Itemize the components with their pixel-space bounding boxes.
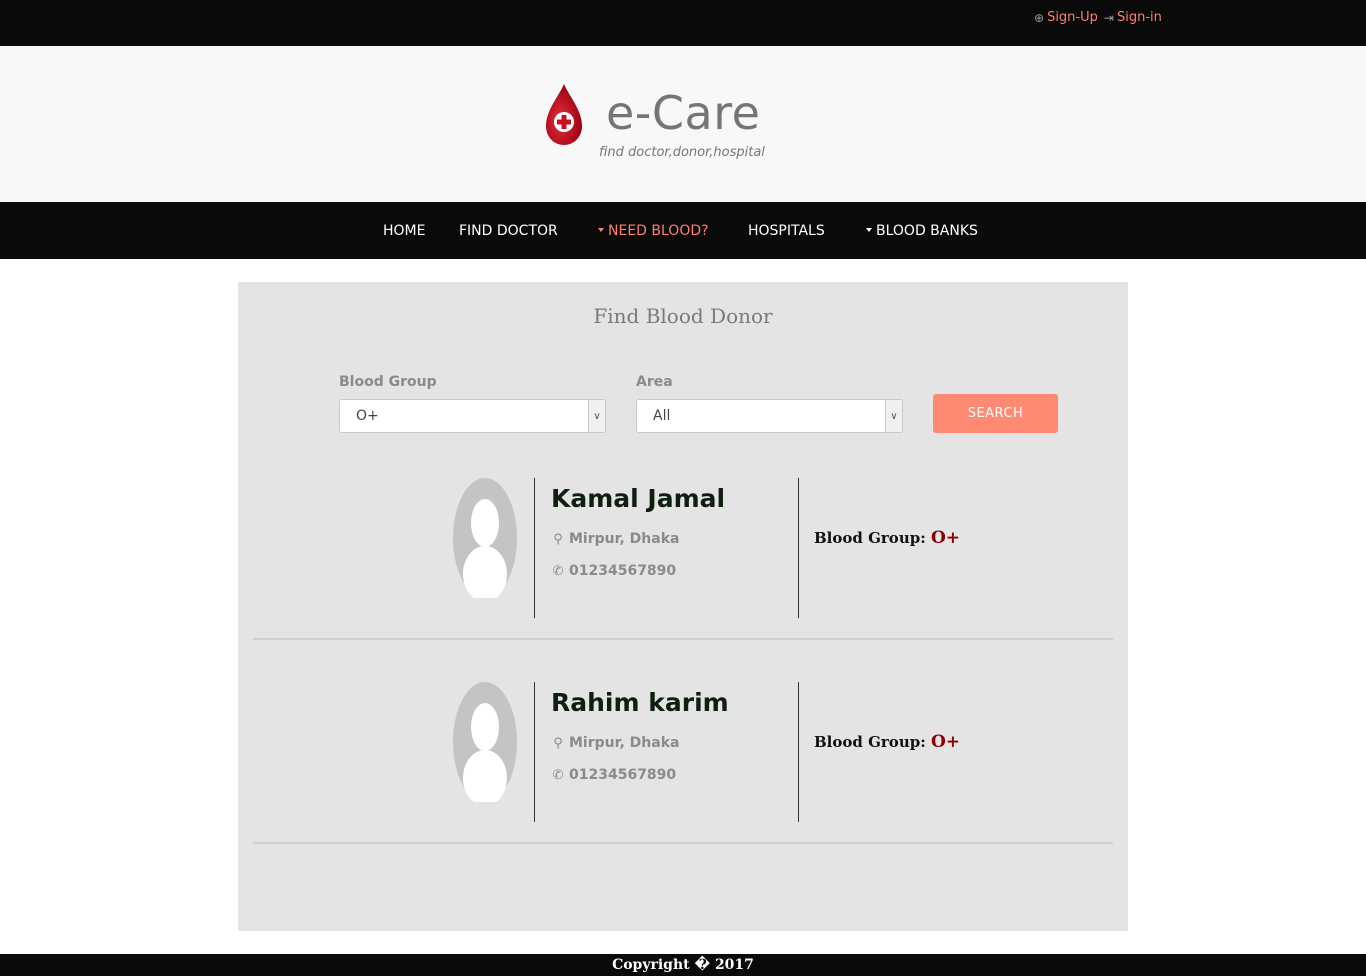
donor-location-text: Mirpur, Dhaka [569,531,680,547]
avatar-placeholder-icon [453,682,517,802]
avatar-placeholder-icon [453,478,517,598]
divider [798,682,799,822]
nav-home[interactable]: HOME [383,223,425,239]
nav-find-doctor-label: FIND DOCTOR [459,223,558,239]
top-bar: ⊕ Sign-Up ⇥ Sign-in [0,0,1366,46]
separator [253,638,1113,640]
donor-blood-group: Blood Group: O+ [814,528,960,548]
donor-phone: ✆ 01234567890 [551,563,677,579]
area-value: All [653,408,671,424]
nav-blood-banks[interactable]: BLOOD BANKS [866,223,978,239]
caret-down-icon [866,228,872,232]
nav-need-blood[interactable]: NEED BLOOD? [598,223,709,239]
plus-circle-icon: ⊕ [1034,10,1045,25]
donor-name: Kamal Jamal [551,484,726,513]
brand-name[interactable]: e-Care [606,86,760,140]
nav-hospitals-label: HOSPITALS [748,223,825,239]
signin-label: Sign-in [1116,10,1162,25]
nav-find-doctor[interactable]: FIND DOCTOR [459,223,558,239]
caret-down-icon [598,228,604,232]
nav-blood-banks-label: BLOOD BANKS [876,223,978,239]
account-links: ⊕ Sign-Up ⇥ Sign-in [1034,10,1162,25]
copyright-text: Copyright � 2017 [612,957,754,973]
map-marker-icon: ⚲ [553,735,563,751]
separator [253,842,1113,844]
blood-group-select[interactable]: O+ ∨ [339,399,606,433]
donor-location-text: Mirpur, Dhaka [569,735,680,751]
donor-location: ⚲ Mirpur, Dhaka [551,531,679,547]
signup-label: Sign-Up [1047,10,1098,25]
area-label: Area [636,374,673,390]
nav-hospitals[interactable]: HOSPITALS [748,223,825,239]
donor-blood-group: Blood Group: O+ [814,732,960,752]
phone-icon: ✆ [552,767,564,783]
phone-icon: ✆ [552,563,564,579]
site-footer: Copyright � 2017 [0,954,1366,976]
donor-card: Rahim karim ⚲ Mirpur, Dhaka ✆ 0123456789… [238,682,1128,886]
donor-phone-text: 01234567890 [569,767,677,783]
map-marker-icon: ⚲ [553,531,563,547]
area-select[interactable]: All ∨ [636,399,903,433]
main-nav: HOME FIND DOCTOR NEED BLOOD? HOSPITALS B… [0,202,1366,259]
nav-need-blood-label: NEED BLOOD? [608,223,709,239]
nav-home-label: HOME [383,223,426,239]
divider [534,682,535,822]
donor-search-panel: Find Blood Donor Blood Group O+ ∨ Area A… [238,282,1128,931]
donor-location: ⚲ Mirpur, Dhaka [551,735,679,751]
brand-tagline: find doctor,donor,hospital [599,145,765,160]
blood-group-caption: Blood Group: [814,529,926,547]
search-button[interactable]: SEARCH [933,394,1058,433]
signup-link[interactable]: ⊕ Sign-Up [1034,10,1098,25]
donor-phone: ✆ 01234567890 [551,767,677,783]
blood-group-value: O+ [356,408,379,424]
divider [534,478,535,618]
chevron-down-icon: ∨ [885,400,902,432]
page-title: Find Blood Donor [593,304,773,328]
blood-group-label: Blood Group [339,374,437,390]
site-header: e-Care find doctor,donor,hospital [0,46,1366,202]
divider [798,478,799,618]
donor-name: Rahim karim [551,688,729,717]
blood-group-value: O+ [930,732,961,752]
donor-phone-text: 01234567890 [569,563,677,579]
blood-drop-logo-icon[interactable] [545,82,583,146]
chevron-down-icon: ∨ [588,400,605,432]
sign-in-icon: ⇥ [1103,10,1114,25]
donor-card: Kamal Jamal ⚲ Mirpur, Dhaka ✆ 0123456789… [238,478,1128,682]
blood-group-value: O+ [930,528,961,548]
signin-link[interactable]: ⇥ Sign-in [1104,10,1162,25]
blood-group-caption: Blood Group: [814,733,926,751]
